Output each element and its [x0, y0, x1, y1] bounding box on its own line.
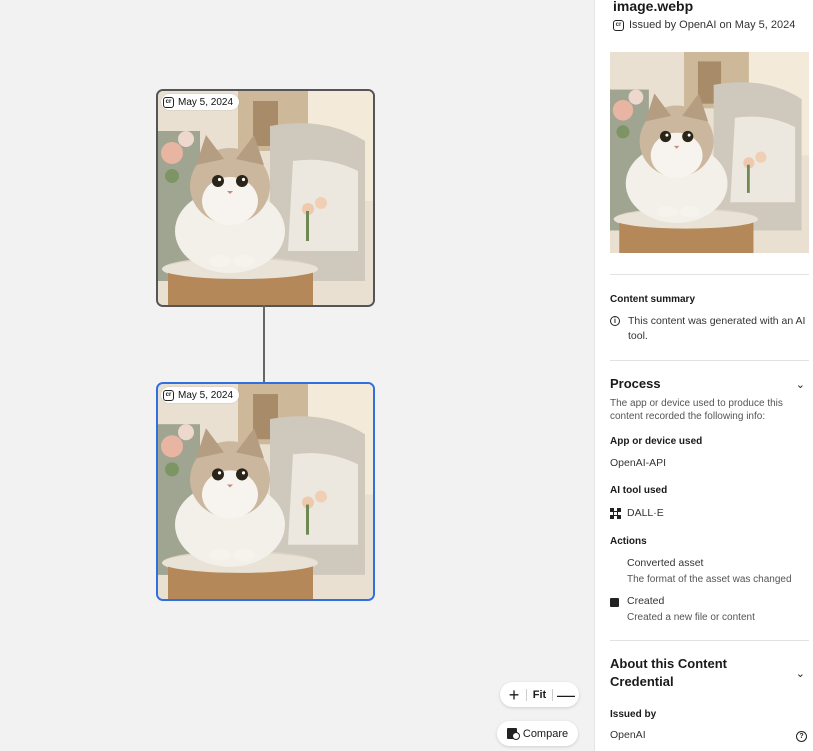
created-icon — [610, 598, 619, 607]
process-description: The app or device used to produce this c… — [610, 398, 783, 422]
ai-tool-value: DALL·E — [627, 507, 664, 519]
divider — [610, 274, 809, 275]
node-date: May 5, 2024 — [178, 96, 234, 108]
node-date: May 5, 2024 — [178, 389, 234, 401]
actions-label: Actions — [610, 536, 647, 547]
process-heading: Process — [610, 376, 661, 391]
chevron-down-icon[interactable]: ⌄ — [796, 667, 805, 680]
compare-label: Compare — [522, 727, 569, 740]
details-panel: image.webp cr Issued by OpenAI on May 5,… — [594, 0, 813, 751]
date-badge: cr May 5, 2024 — [161, 94, 240, 110]
fit-button[interactable]: Fit — [525, 688, 554, 701]
cat-thumbnail-image — [158, 91, 373, 305]
help-icon[interactable]: ? — [796, 731, 807, 742]
compare-icon — [506, 728, 520, 740]
issuer-name: OpenAI — [610, 729, 646, 741]
zoom-controls: + Fit — — [500, 682, 579, 707]
provenance-canvas[interactable]: cr May 5, 2024 cr May 5, 2024 + Fit — Co… — [0, 0, 594, 751]
node-connector — [263, 305, 265, 382]
chevron-down-icon[interactable]: ⌄ — [796, 378, 805, 391]
action-title: Created — [627, 595, 665, 607]
content-credential-icon: cr — [613, 19, 624, 31]
file-title: image.webp — [613, 0, 694, 14]
asset-preview-image — [610, 52, 809, 253]
about-heading: About this Content Credential — [610, 656, 727, 689]
app-used-label: App or device used — [610, 436, 703, 447]
content-credential-icon: cr — [163, 96, 174, 108]
cat-thumbnail-image — [158, 384, 373, 599]
issued-by-label: Issued by — [610, 709, 657, 720]
issued-text: Issued by OpenAI on May 5, 2024 — [629, 19, 796, 31]
content-credential-icon: cr — [163, 389, 174, 401]
ingredient-node[interactable]: cr May 5, 2024 — [156, 89, 375, 307]
action-desc: The format of the asset was changed — [627, 574, 792, 585]
compare-button[interactable]: Compare — [497, 721, 578, 746]
date-badge: cr May 5, 2024 — [161, 387, 240, 403]
action-desc: Created a new file or content — [627, 612, 755, 623]
zoom-out-button[interactable]: — — [557, 686, 575, 704]
action-title: Converted asset — [627, 557, 704, 569]
info-icon: i — [610, 316, 620, 326]
app-used-value: OpenAI-API — [610, 457, 667, 469]
issued-line: cr Issued by OpenAI on May 5, 2024 — [613, 19, 795, 31]
divider — [610, 360, 809, 361]
zoom-in-button[interactable]: + — [506, 686, 522, 704]
content-summary-text: This content was generated with an AI to… — [628, 315, 806, 342]
divider — [610, 640, 809, 641]
content-summary-heading: Content summary — [610, 294, 696, 305]
dalle-icon — [610, 508, 621, 519]
ai-tool-label: AI tool used — [610, 485, 668, 496]
selected-asset-node[interactable]: cr May 5, 2024 — [156, 382, 375, 601]
